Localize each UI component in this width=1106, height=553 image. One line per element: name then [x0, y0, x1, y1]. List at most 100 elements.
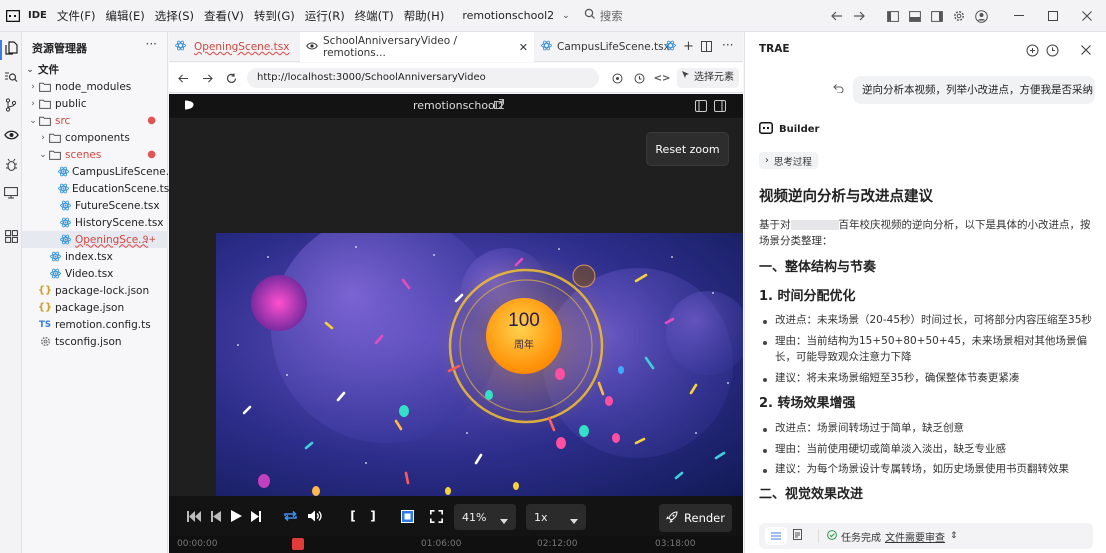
menu-view[interactable]: 查看(V) [204, 8, 244, 24]
tree-file-index[interactable]: index.tsx [22, 248, 168, 265]
pick-element-button[interactable]: 选择元素 [677, 68, 739, 88]
maximize-icon[interactable] [1044, 7, 1062, 25]
search-code-icon[interactable] [2, 68, 20, 86]
project-switcher[interactable]: remotionschool2 [462, 9, 554, 22]
url-input[interactable]: http://localhost:3000/SchoolAnniversaryV… [247, 68, 599, 88]
json-braces-icon: {} [37, 285, 53, 296]
new-chat-icon[interactable] [1024, 42, 1040, 58]
close-window-icon[interactable] [1078, 7, 1096, 25]
tree-file-openingscene[interactable]: OpeningSce... 9+ [22, 231, 168, 248]
loop-icon[interactable] [281, 507, 299, 525]
volume-icon[interactable] [306, 507, 324, 525]
react-file-icon [175, 40, 186, 54]
playhead-marker[interactable] [292, 538, 304, 550]
tree-file-package-json[interactable]: {} package.json [22, 299, 168, 316]
toggle-aux-bar-icon[interactable] [928, 7, 946, 25]
preview-canvas[interactable]: Reset zoom 100 周年 [169, 118, 743, 496]
toggle-sidebar-icon[interactable] [884, 7, 902, 25]
chevron-down-icon: ⌄ [29, 115, 37, 126]
list-view-icon[interactable] [765, 527, 787, 545]
editor-tab-bar: OpeningScene.tsx SchoolAnniversaryVideo … [169, 32, 743, 62]
play-icon[interactable] [227, 507, 245, 525]
thinking-process-toggle[interactable]: › 思考过程 [759, 152, 818, 169]
reset-zoom-button[interactable]: Reset zoom [646, 132, 729, 166]
step-back-icon[interactable] [207, 507, 225, 525]
video-frame[interactable]: 100 周年 [216, 233, 743, 496]
menu-select[interactable]: 选择(S) [155, 8, 194, 24]
left-sidebar-toggle-icon[interactable] [695, 100, 707, 115]
account-icon[interactable] [972, 7, 990, 25]
document-icon[interactable] [793, 529, 802, 543]
tree-file-tsconfig[interactable]: tsconfig.json [22, 333, 168, 350]
menu-run[interactable]: 运行(R) [305, 8, 345, 24]
tree-root-files[interactable]: ⌄ 文件 [22, 61, 168, 78]
toggle-panel-icon[interactable] [906, 7, 924, 25]
tree-file-remotion-config[interactable]: TS remotion.config.ts [22, 316, 168, 333]
add-tab-icon[interactable]: + [683, 39, 694, 54]
more-actions-icon[interactable]: ··· [146, 37, 157, 51]
back-arrow-icon[interactable] [828, 7, 846, 25]
tree-file-video[interactable]: Video.tsx [22, 265, 168, 282]
render-button[interactable]: Render [659, 504, 732, 532]
explorer-files-icon[interactable] [2, 39, 20, 57]
back-arrow-icon[interactable] [175, 70, 191, 86]
chevron-right-icon: › [31, 98, 35, 109]
menu-edit[interactable]: 编辑(E) [105, 8, 144, 24]
menu-help[interactable]: 帮助(H) [404, 8, 445, 24]
expand-collapse-icon[interactable]: ⇕ [950, 531, 958, 541]
review-files-link[interactable]: 文件需要审查 [885, 529, 945, 544]
tree-file-futurescene[interactable]: FutureScene.tsx [22, 197, 168, 214]
menu-go[interactable]: 转到(G) [254, 8, 295, 24]
history-icon[interactable] [1044, 42, 1060, 58]
tab-school-anniversary-video[interactable]: SchoolAnniversaryVideo / remotions... ✕ [300, 32, 534, 62]
tree-file-historyscene[interactable]: HistoryScene.tsx [22, 214, 168, 231]
reload-icon[interactable] [223, 70, 239, 86]
chevron-down-icon[interactable]: ⌄ [562, 11, 570, 21]
checkerboard-icon[interactable] [398, 507, 416, 525]
debug-bug-icon[interactable] [2, 156, 20, 174]
in-point-icon[interactable]: [ [344, 507, 362, 525]
more-actions-icon[interactable]: ··· [722, 38, 733, 52]
external-link-icon[interactable] [494, 99, 504, 112]
tree-item-label: FutureScene.tsx [75, 199, 160, 212]
forward-arrow-icon[interactable] [850, 7, 868, 25]
extensions-icon[interactable] [2, 227, 20, 245]
playback-rate-select[interactable]: 1x [526, 504, 586, 530]
source-control-icon[interactable] [2, 96, 20, 114]
tab-more-file[interactable] [659, 32, 679, 62]
tree-folder-src[interactable]: ⌄ src ● [22, 112, 168, 129]
step-forward-icon[interactable] [247, 507, 265, 525]
command-search[interactable]: 搜索 [584, 8, 623, 24]
close-panel-icon[interactable] [1078, 42, 1094, 58]
tree-file-campuslifescene[interactable]: CampusLifeScene.... [22, 163, 179, 180]
remotion-player: remotionschool2 Reset zoom 100 周年 [] 41… [169, 94, 743, 553]
undo-icon[interactable] [833, 83, 844, 96]
tab-openingscene[interactable]: OpeningScene.tsx [169, 32, 299, 62]
explorer-panel: 资源管理器 ··· ⌄ 文件 › node_modules › public ⌄… [22, 32, 179, 553]
remote-explorer-icon[interactable] [2, 184, 20, 202]
tree-file-educationscene[interactable]: EducationScene.tsx [22, 180, 175, 197]
preview-eye-icon[interactable] [2, 126, 20, 144]
right-sidebar-toggle-icon[interactable] [714, 100, 726, 115]
zoom-select[interactable]: 41% [454, 504, 516, 530]
tree-folder-public[interactable]: › public [22, 95, 168, 112]
tree-folder-node-modules[interactable]: › node_modules [22, 78, 168, 95]
menu-file[interactable]: 文件(F) [57, 8, 96, 24]
fullscreen-icon[interactable] [427, 507, 445, 525]
code-icon[interactable]: <> [654, 70, 671, 86]
tree-folder-scenes[interactable]: ⌄ scenes ● [22, 146, 168, 163]
skip-to-start-icon[interactable] [185, 507, 203, 525]
minimize-icon[interactable] [1010, 7, 1028, 25]
timeline[interactable]: 00:00:00 01:06:00 02:12:00 03:18:00 [169, 536, 743, 553]
settings-gear-icon[interactable] [950, 7, 968, 25]
target-icon[interactable] [609, 70, 625, 86]
split-editor-icon[interactable] [701, 41, 712, 55]
tab-campuslifescene[interactable]: CampusLifeScene.tsx [535, 32, 670, 62]
tree-folder-components[interactable]: › components [22, 129, 168, 146]
tree-file-package-lock[interactable]: {} package-lock.json [22, 282, 168, 299]
close-tab-icon[interactable]: ✕ [519, 41, 528, 54]
menu-terminal[interactable]: 终端(T) [355, 8, 394, 24]
forward-arrow-icon[interactable] [199, 70, 215, 86]
clock-icon[interactable] [631, 70, 647, 86]
out-point-icon[interactable]: ] [364, 507, 382, 525]
